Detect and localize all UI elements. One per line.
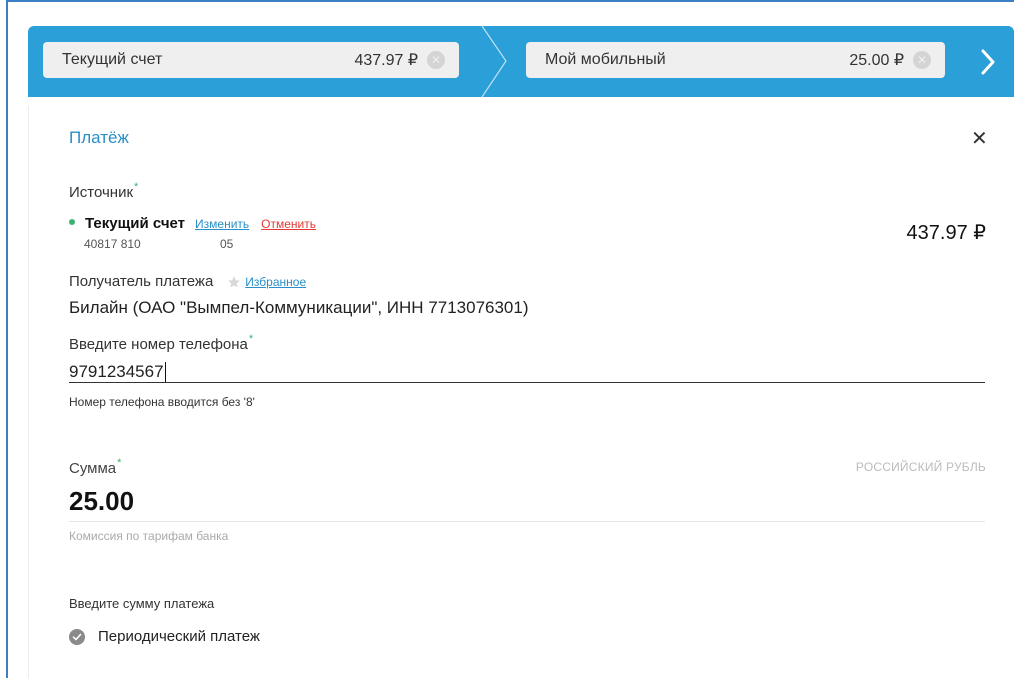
payment-form-card: Платёж ✕ Источник* Текущий счет Изменить… bbox=[28, 106, 1014, 678]
text-caret bbox=[164, 362, 166, 382]
source-account-number: 40817 810 bbox=[84, 237, 141, 251]
target-chip-label: Мой мобильный bbox=[545, 51, 666, 68]
source-account-name: Текущий счет bbox=[85, 215, 186, 232]
periodic-payment-label: Периодический платеж bbox=[98, 628, 260, 645]
phone-label: Введите номер телефона* bbox=[69, 333, 254, 353]
commission-note: Комиссия по тарифам банка bbox=[69, 529, 229, 543]
required-mark: * bbox=[248, 333, 254, 345]
form-title: Платёж bbox=[69, 128, 129, 147]
source-chip-amount: 437.97 ₽ bbox=[354, 52, 418, 69]
window-frame-top bbox=[6, 0, 1014, 2]
change-source-link[interactable]: Изменить bbox=[195, 217, 249, 231]
phone-input-underline bbox=[69, 382, 985, 383]
window-frame-left bbox=[6, 0, 8, 678]
periodic-payment-toggle[interactable]: Периодический платеж bbox=[69, 628, 260, 645]
source-account-number-end: 05 bbox=[220, 237, 234, 251]
amount-input[interactable]: 25.00 bbox=[69, 486, 134, 517]
check-circle-icon[interactable] bbox=[69, 628, 85, 645]
source-chip-clear-icon[interactable]: ✕ bbox=[427, 51, 445, 69]
recipient-label: Получатель платежа bbox=[69, 273, 214, 290]
amount-input-underline bbox=[69, 521, 985, 522]
amount-label: Сумма* bbox=[69, 457, 122, 477]
cancel-source-link[interactable]: Отменить bbox=[261, 217, 316, 231]
chevron-right-icon bbox=[981, 49, 995, 75]
payment-route-bar: Текущий счет 437.97 ₽ ✕ Мой мобильный 25… bbox=[28, 26, 1014, 97]
currency-label: РОССИЙСКИЙ РУБЛЬ bbox=[855, 460, 986, 474]
recipient-label-row: Получатель платежа Избранное bbox=[69, 273, 306, 290]
source-label: Источник* bbox=[69, 181, 139, 201]
enter-amount-hint: Введите сумму платежа bbox=[69, 596, 215, 611]
favorites-link[interactable]: Избранное bbox=[245, 275, 306, 289]
chevron-divider-icon bbox=[481, 26, 507, 97]
close-icon: ✕ bbox=[971, 126, 988, 150]
source-chip[interactable]: Текущий счет 437.97 ₽ ✕ bbox=[43, 42, 459, 78]
required-mark: * bbox=[134, 181, 139, 193]
phone-input-value: 9791234567 bbox=[69, 362, 164, 381]
recipient-value: Билайн (ОАО "Вымпел-Коммуникации", ИНН 7… bbox=[69, 298, 529, 317]
required-mark: * bbox=[117, 457, 122, 469]
next-arrow-button[interactable] bbox=[970, 42, 1006, 82]
source-account-row: Текущий счет Изменить Отменить bbox=[69, 215, 316, 232]
source-chip-label: Текущий счет bbox=[62, 51, 163, 68]
target-chip-amount: 25.00 ₽ bbox=[849, 52, 904, 69]
active-dot-icon bbox=[69, 219, 75, 225]
star-icon[interactable] bbox=[227, 275, 241, 289]
source-balance: 437.97 ₽ bbox=[906, 222, 986, 244]
target-chip-clear-icon[interactable]: ✕ bbox=[913, 51, 931, 69]
phone-input[interactable]: 9791234567 bbox=[69, 362, 166, 382]
target-chip[interactable]: Мой мобильный 25.00 ₽ ✕ bbox=[526, 42, 945, 78]
close-button[interactable]: ✕ bbox=[971, 128, 988, 148]
phone-hint: Номер телефона вводится без '8' bbox=[69, 395, 255, 409]
